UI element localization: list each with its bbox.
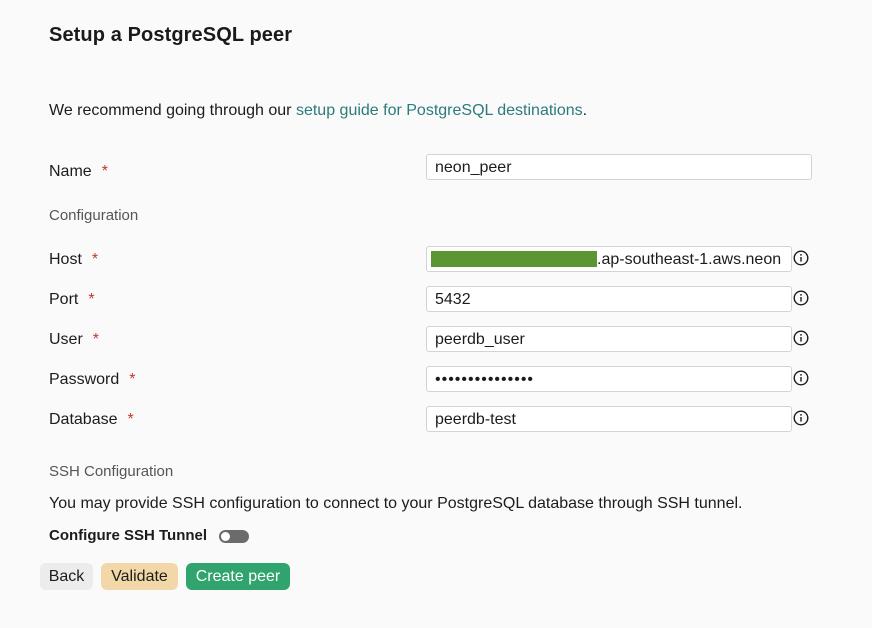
host-input-value: .ap-southeast-1.aws.neon (597, 251, 782, 268)
intro-prefix: We recommend going through our (49, 102, 296, 119)
password-info-icon[interactable] (793, 370, 809, 386)
back-button[interactable]: Back (40, 563, 93, 590)
port-input[interactable]: 5432 (426, 286, 792, 312)
host-redaction-block (431, 251, 597, 267)
page-title: Setup a PostgreSQL peer (49, 24, 293, 46)
intro-text: We recommend going through our setup gui… (49, 102, 587, 120)
toggle-knob (221, 532, 230, 541)
name-input[interactable]: neon_peer (426, 154, 812, 180)
host-input[interactable]: .ap-southeast-1.aws.neon (426, 246, 792, 272)
port-info-icon[interactable] (793, 290, 809, 306)
setup-guide-link[interactable]: setup guide for PostgreSQL destinations (296, 102, 583, 119)
name-label-text: Name (49, 163, 92, 180)
host-required-marker: * (91, 251, 99, 268)
validate-button[interactable]: Validate (101, 563, 178, 590)
ssh-configuration-heading: SSH Configuration (49, 463, 174, 480)
host-label-text: Host (49, 251, 82, 268)
user-label: User * (49, 331, 99, 349)
intro-suffix: . (582, 102, 588, 119)
setup-peer-page: Setup a PostgreSQL peer We recommend goi… (0, 0, 872, 628)
port-required-marker: * (88, 291, 95, 308)
host-info-icon[interactable] (793, 250, 809, 266)
database-input[interactable]: peerdb-test (426, 406, 792, 432)
ssh-description: You may provide SSH configuration to con… (49, 495, 743, 512)
create-peer-button[interactable]: Create peer (186, 563, 290, 590)
database-label: Database * (49, 411, 134, 429)
ssh-tunnel-toggle[interactable] (219, 530, 249, 543)
password-input[interactable]: ••••••••••••••• (426, 366, 792, 392)
database-label-text: Database (49, 411, 118, 428)
user-input[interactable]: peerdb_user (426, 326, 792, 352)
database-info-icon[interactable] (793, 410, 809, 426)
port-label: Port * (49, 291, 95, 309)
user-required-marker: * (92, 331, 100, 348)
user-info-icon[interactable] (793, 330, 809, 346)
port-label-text: Port (49, 291, 79, 308)
password-label-text: Password (49, 371, 120, 388)
host-label: Host * (49, 251, 98, 269)
password-required-marker: * (129, 371, 136, 388)
ssh-tunnel-toggle-label: Configure SSH Tunnel (49, 527, 208, 544)
database-required-marker: * (127, 411, 134, 428)
configuration-heading: Configuration (49, 207, 139, 224)
name-label: Name * (49, 163, 108, 181)
user-label-text: User (49, 331, 83, 348)
password-label: Password * (49, 371, 135, 389)
name-required-marker: * (101, 163, 108, 180)
